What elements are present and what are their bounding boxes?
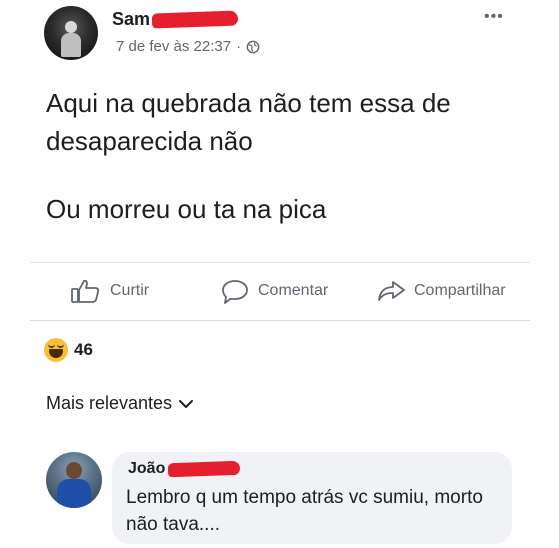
commenter-avatar-head	[66, 462, 82, 479]
comment-label: Comentar	[258, 282, 329, 299]
author-surname-redaction	[151, 10, 239, 28]
chevron-down-icon	[179, 399, 194, 408]
comment-bubble: João Lembro q um tempo atrás vc sumiu, m…	[112, 452, 512, 544]
divider-bottom	[30, 320, 530, 321]
author-row: Sam	[112, 7, 239, 31]
comment-bubble-icon	[222, 280, 248, 304]
sort-label: Mais relevantes	[46, 393, 173, 413]
comment-button[interactable]: Comentar	[220, 278, 328, 304]
comment-sort-dropdown[interactable]: Mais relevantes	[46, 393, 194, 414]
reactions-summary[interactable]: 46	[44, 338, 93, 362]
haha-icon	[44, 338, 68, 362]
post-meta: 7 de fev às 22:37 ·	[116, 38, 260, 55]
like-label: Curtir	[110, 282, 150, 299]
post-timestamp[interactable]: 7 de fev às 22:37	[116, 38, 231, 55]
meta-separator: ·	[236, 38, 242, 55]
commenter-row: João	[128, 460, 241, 478]
thumbs-up-icon	[71, 279, 100, 303]
post-text-line-2: Ou morreu ou ta na pica	[46, 194, 327, 224]
author-name[interactable]: Sam	[112, 9, 150, 30]
post-actions-bar: Curtir Comentar Compartilhar	[30, 266, 530, 318]
avatar-figure-head	[65, 21, 77, 33]
more-options-icon[interactable]: •••	[484, 8, 504, 26]
commenter-surname-redaction	[168, 460, 241, 478]
avatar-figure-body	[61, 33, 81, 57]
share-arrow-icon	[378, 281, 405, 301]
comment-text: Lembro q um tempo atrás vc sumiu, morto …	[126, 487, 483, 535]
commenter-avatar[interactable]	[46, 452, 102, 508]
post-body: Aqui na quebrada não tem essa de desapar…	[46, 84, 536, 228]
share-button[interactable]: Compartilhar	[376, 278, 506, 304]
divider-top	[30, 262, 530, 263]
globe-icon[interactable]	[246, 40, 260, 54]
author-avatar[interactable]	[44, 6, 98, 60]
haha-eye-left	[48, 344, 55, 348]
commenter-avatar-shirt	[57, 479, 91, 508]
post-header: Sam 7 de fev às 22:37 · •••	[44, 4, 514, 62]
like-button[interactable]: Curtir	[70, 278, 149, 304]
post-text-line-1: Aqui na quebrada não tem essa de desapar…	[46, 88, 451, 156]
share-label: Compartilhar	[414, 282, 506, 299]
haha-mouth	[49, 349, 63, 358]
haha-eye-right	[57, 344, 64, 348]
commenter-name[interactable]: João	[128, 460, 165, 478]
reaction-count: 46	[74, 340, 93, 359]
